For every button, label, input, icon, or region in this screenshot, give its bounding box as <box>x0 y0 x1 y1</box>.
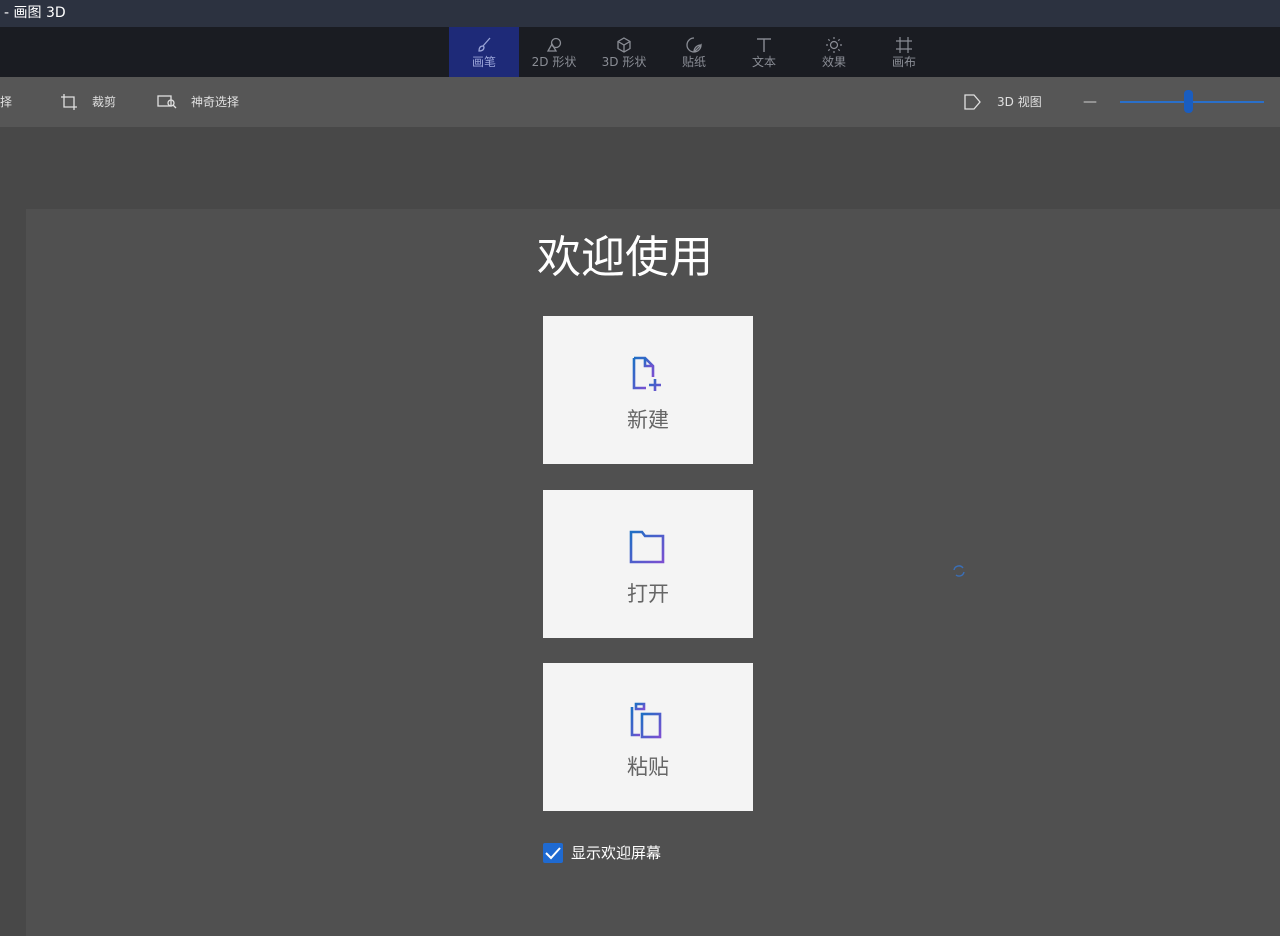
tab-3d-shapes[interactable]: 3D 形状 <box>589 27 659 77</box>
tab-label: 3D 形状 <box>601 55 647 69</box>
tab-brushes[interactable]: 画笔 <box>449 27 519 77</box>
text-icon <box>757 38 771 52</box>
tab-2d-shapes[interactable]: 2D 形状 <box>519 27 589 77</box>
tab-effects[interactable]: 效果 <box>799 27 869 77</box>
brush-icon <box>478 37 491 52</box>
crop-label: 裁剪 <box>92 95 117 109</box>
tab-label: 效果 <box>821 55 846 69</box>
tab-label: 文本 <box>751 55 776 69</box>
show-welcome-label: 显示欢迎屏幕 <box>571 844 662 862</box>
tab-canvas[interactable]: 画布 <box>869 27 939 77</box>
view-3d-label: 3D 视图 <box>997 95 1042 109</box>
tab-text[interactable]: 文本 <box>729 27 799 77</box>
tab-stickers[interactable]: 贴纸 <box>659 27 729 77</box>
cube-icon <box>617 37 631 53</box>
title-bar: - 画图 3D <box>0 0 1280 27</box>
paste-button[interactable]: 粘贴 <box>543 663 753 811</box>
tab-label: 画笔 <box>471 55 496 69</box>
show-welcome-checkbox[interactable] <box>543 843 563 863</box>
new-button[interactable]: 新建 <box>543 316 753 464</box>
zoom-slider-thumb[interactable] <box>1183 90 1193 113</box>
crop-icon <box>61 94 77 110</box>
magic-select-button[interactable]: 神奇选择 <box>157 77 257 127</box>
view-3d-button[interactable]: 3D 视图 <box>963 77 1053 127</box>
loading-spinner-icon <box>953 565 965 577</box>
canvas-icon <box>896 37 912 53</box>
new-label: 新建 <box>627 408 669 432</box>
new-file-icon <box>632 356 661 391</box>
tab-label: 贴纸 <box>681 55 706 69</box>
open-button[interactable]: 打开 <box>543 490 753 638</box>
main-tab-bar: 画笔 2D 形状 3D 形状 贴纸 文本 效果 画布 <box>0 27 1280 77</box>
paste-icon <box>630 702 662 739</box>
tab-label: 画布 <box>891 55 916 69</box>
magic-select-icon <box>157 95 177 109</box>
crop-button[interactable]: 裁剪 <box>58 77 128 127</box>
tool-options-bar: 选择 裁剪 神奇选择 3D 视图 — <box>0 77 1280 127</box>
magic-select-label: 神奇选择 <box>191 95 240 109</box>
welcome-title: 欢迎使用 <box>537 232 713 283</box>
open-label: 打开 <box>627 582 669 606</box>
tab-label: 2D 形状 <box>531 55 577 69</box>
sun-icon <box>826 37 842 53</box>
sticker-icon <box>686 37 702 53</box>
select-label: 选择 <box>0 95 13 109</box>
window-title: - 画图 3D <box>4 5 66 21</box>
zoom-out-button[interactable]: — <box>1083 77 1097 127</box>
shapes-2d-icon <box>546 37 562 52</box>
checkmark-icon <box>545 847 561 860</box>
paste-label: 粘贴 <box>627 755 669 779</box>
view-3d-icon <box>964 94 981 110</box>
folder-icon <box>629 530 665 564</box>
